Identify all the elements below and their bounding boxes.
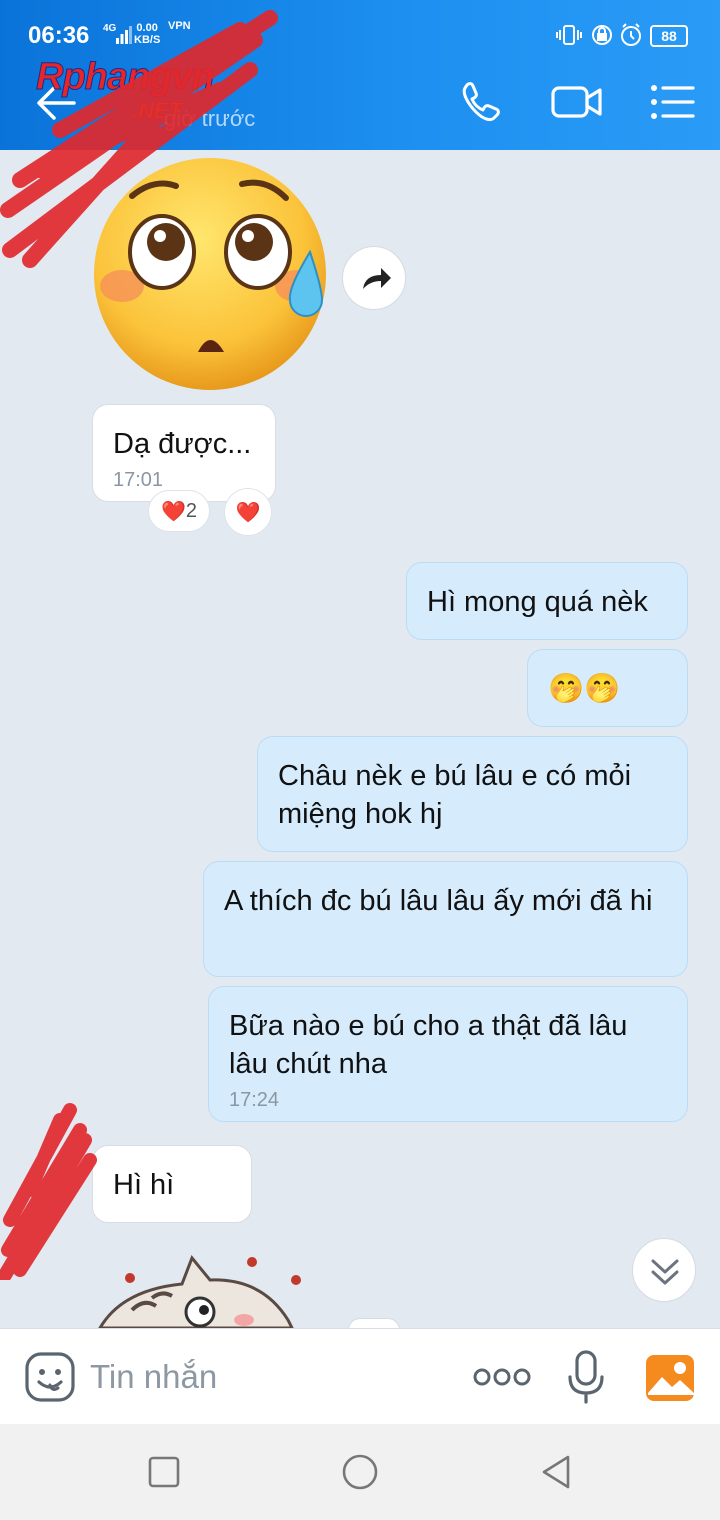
cat-sticker[interactable] xyxy=(92,1250,332,1328)
message-time: 17:24 xyxy=(229,1089,280,1111)
vibrate-icon xyxy=(556,25,582,45)
home-icon[interactable] xyxy=(340,1452,380,1492)
message-bubble-outgoing[interactable]: Châu nèk e bú lâu e có mỏi miệng hok hj xyxy=(257,736,688,852)
battery-indicator: 88 xyxy=(650,25,688,47)
message-text: Châu nèk e bú lâu e có mỏi miệng hok hj xyxy=(278,760,632,830)
status-icons xyxy=(556,23,641,46)
lock-rotation-icon xyxy=(592,25,612,45)
anxious-face-sweat-emoji[interactable] xyxy=(92,156,338,392)
photo-icon[interactable] xyxy=(644,1353,696,1403)
message-composer xyxy=(0,1328,720,1424)
video-camera-icon[interactable] xyxy=(550,80,604,124)
forward-button[interactable] xyxy=(342,246,406,310)
message-bubble-outgoing[interactable]: 🤭🤭 xyxy=(527,649,688,727)
alarm-icon xyxy=(621,23,641,46)
back-triangle-icon[interactable] xyxy=(536,1452,576,1492)
watermark-brand: Rphangvn xyxy=(36,56,216,99)
message-bubble-outgoing[interactable]: Hì mong quá nèk xyxy=(406,562,688,640)
system-nav-bar xyxy=(0,1424,720,1520)
message-text: Hì hì xyxy=(113,1169,175,1201)
message-bubble-incoming[interactable]: Hì hì xyxy=(92,1145,252,1223)
message-emoji: 🤭🤭 xyxy=(548,673,621,705)
phone-icon[interactable] xyxy=(458,80,504,124)
last-seen-status: giờ trước xyxy=(164,106,256,131)
message-text: Bữa nào e bú cho a thật đã lâu lâu chút … xyxy=(229,1010,628,1080)
react-button[interactable]: ❤️ xyxy=(224,488,272,536)
speed-value: 0.00 xyxy=(136,22,158,34)
chat-header: 06:36 4G 0.00 KB/S VPN 88 Rphangvn .NET … xyxy=(0,0,720,150)
speed-unit: KB/S xyxy=(134,34,161,46)
message-text: Hì mong quá nèk xyxy=(427,586,648,618)
message-bubble-outgoing[interactable]: Bữa nào e bú cho a thật đã lâu lâu chút … xyxy=(208,986,688,1122)
chevron-double-down-icon xyxy=(651,1259,679,1285)
menu-list-icon[interactable] xyxy=(648,80,696,124)
message-bubble-outgoing[interactable]: A thích đc bú lâu lâu ấy mới đã hi xyxy=(203,861,688,977)
signal-icon xyxy=(116,26,132,44)
status-bar: 06:36 4G 0.00 KB/S VPN 88 xyxy=(0,0,720,56)
reaction-summary[interactable]: ❤️ 2 xyxy=(148,490,210,532)
microphone-icon[interactable] xyxy=(566,1349,606,1405)
more-dots-icon[interactable] xyxy=(472,1359,532,1395)
network-speed: 0.00 KB/S xyxy=(134,22,160,46)
message-text: Dạ được... xyxy=(113,428,252,460)
heart-emoji: ❤️ xyxy=(160,500,186,523)
reaction-count: 2 xyxy=(185,499,198,522)
vpn-indicator: VPN xyxy=(168,20,191,32)
forward-arrow-icon xyxy=(363,268,391,289)
heart-emoji: ❤️ xyxy=(235,501,261,524)
emoji-icon[interactable] xyxy=(24,1351,76,1403)
network-type: 4G xyxy=(103,23,117,34)
status-time: 06:36 xyxy=(28,22,90,49)
scroll-to-bottom-button[interactable] xyxy=(632,1238,696,1302)
message-input[interactable] xyxy=(90,1355,450,1399)
redaction-scribble-avatar xyxy=(0,1103,97,1280)
recent-apps-icon[interactable] xyxy=(144,1452,184,1492)
message-text: A thích đc bú lâu lâu ấy mới đã hi xyxy=(224,885,653,917)
